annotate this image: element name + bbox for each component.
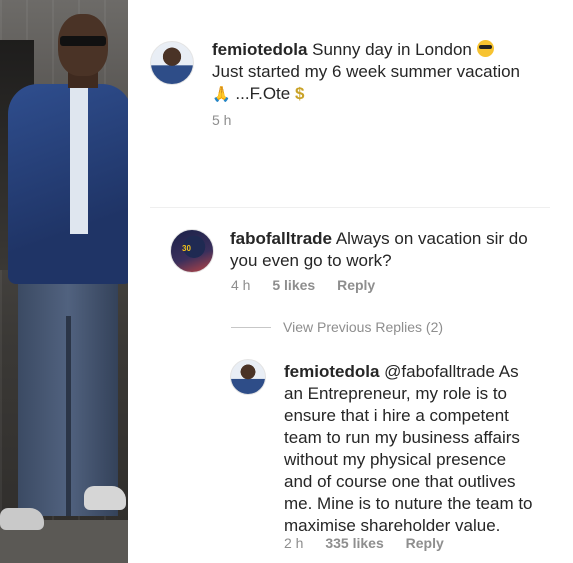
likes-count[interactable]: 5 likes [272, 277, 315, 293]
divider [150, 207, 550, 208]
view-previous-replies-button[interactable]: View Previous Replies (2) [283, 319, 443, 335]
post-meta: 5 h [212, 112, 249, 128]
username[interactable]: femiotedola [284, 362, 379, 381]
username[interactable]: femiotedola [212, 40, 307, 59]
reply-meta: 2 h 335 likes Reply [284, 535, 462, 551]
timestamp: 5 h [212, 112, 232, 128]
comment-meta: 4 h 5 likes Reply [231, 277, 393, 293]
avatar[interactable]: 30 [170, 229, 214, 273]
post-caption: femiotedola Sunny day in London Just sta… [212, 40, 521, 103]
mention-link[interactable]: @fabofalltrade [384, 362, 495, 381]
timestamp: 4 h [231, 277, 251, 293]
avatar[interactable] [230, 359, 266, 395]
reply-button[interactable]: Reply [337, 277, 375, 293]
comment: fabofalltrade Always on vacation sir do … [230, 229, 528, 270]
post-photo [0, 0, 128, 563]
divider [231, 327, 271, 328]
praying-hands-emoji-icon: 🙏 [212, 86, 231, 103]
username[interactable]: fabofalltrade [230, 229, 332, 248]
reply: femiotedola @fabofalltrade As an Entrepr… [284, 362, 533, 535]
dollar-emoji-icon: $ [294, 84, 305, 103]
sunglasses-emoji-icon [476, 40, 494, 57]
timestamp: 2 h [284, 535, 304, 551]
likes-count[interactable]: 335 likes [325, 535, 383, 551]
avatar[interactable] [150, 41, 194, 85]
reply-button[interactable]: Reply [406, 535, 444, 551]
